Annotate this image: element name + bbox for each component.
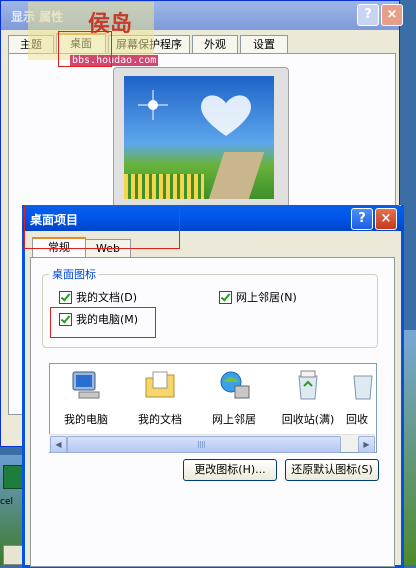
highlight-box-title-tab <box>24 205 180 249</box>
checkbox-checked-icon[interactable] <box>219 290 232 304</box>
list-item-my-computer[interactable]: 我的电脑 <box>50 368 122 427</box>
grip-icon <box>198 441 206 448</box>
checkbox-label: 网上邻居(N) <box>236 291 297 304</box>
documents-folder-icon <box>145 371 175 398</box>
checkbox-label: 我的文档(D) <box>76 291 138 304</box>
list-item-recycle-bin-full[interactable]: 回收站(满) <box>272 368 344 427</box>
help-button[interactable]: ? <box>357 4 379 26</box>
flower-field <box>124 174 204 199</box>
recycle-bin-icon <box>353 375 373 400</box>
highlight-box-desktop-tab <box>58 31 112 67</box>
list-item-recycle-bin[interactable]: 回收 <box>346 368 376 427</box>
close-button[interactable]: × <box>375 208 397 230</box>
horizontal-scrollbar[interactable]: ◀ ▶ <box>49 434 375 453</box>
change-icon-button[interactable]: 更改图标(H)... <box>183 459 277 481</box>
sun-sparkle-icon <box>138 90 168 120</box>
scroll-left-arrow-icon[interactable]: ◀ <box>50 436 67 453</box>
tab-settings[interactable]: 设置 <box>240 35 288 53</box>
wallpaper-preview <box>124 76 274 199</box>
icon-label: 网上邻居 <box>212 413 256 426</box>
recycle-bin-full-icon <box>298 370 318 400</box>
network-icon <box>220 371 250 399</box>
group-label: 桌面图标 <box>49 266 99 282</box>
list-item-my-documents[interactable]: 我的文档 <box>124 368 196 427</box>
highlight-box-my-computer <box>50 307 156 338</box>
close-button[interactable]: × <box>381 4 403 26</box>
checkbox-network-places[interactable]: 网上邻居(N) <box>219 290 297 304</box>
scrollbar-thumb[interactable] <box>67 436 341 453</box>
checkbox-checked-icon[interactable] <box>59 290 72 304</box>
checkbox-my-documents[interactable]: 我的文档(D) <box>59 290 137 304</box>
tab-appearance[interactable]: 外观 <box>192 35 238 53</box>
desktop-items-dialog: 桌面项目 ? × 常规 Web 桌面图标 我的文档(D) 网上邻居(N) 我的电… <box>22 205 404 568</box>
scroll-right-arrow-icon[interactable]: ▶ <box>358 436 375 453</box>
list-item-network-places[interactable]: 网上邻居 <box>198 368 270 427</box>
icon-label: 回收 <box>346 413 368 426</box>
icon-label: 我的文档 <box>138 413 182 426</box>
help-button[interactable]: ? <box>351 208 373 230</box>
path <box>207 152 265 199</box>
computer-icon <box>72 371 100 399</box>
monitor-preview <box>113 67 289 209</box>
icon-label: 我的电脑 <box>64 413 108 426</box>
icon-label: 回收站(满) <box>281 413 335 426</box>
restore-default-button[interactable]: 还原默认图标(S) <box>285 459 379 481</box>
heart-cloud-icon <box>201 95 251 136</box>
